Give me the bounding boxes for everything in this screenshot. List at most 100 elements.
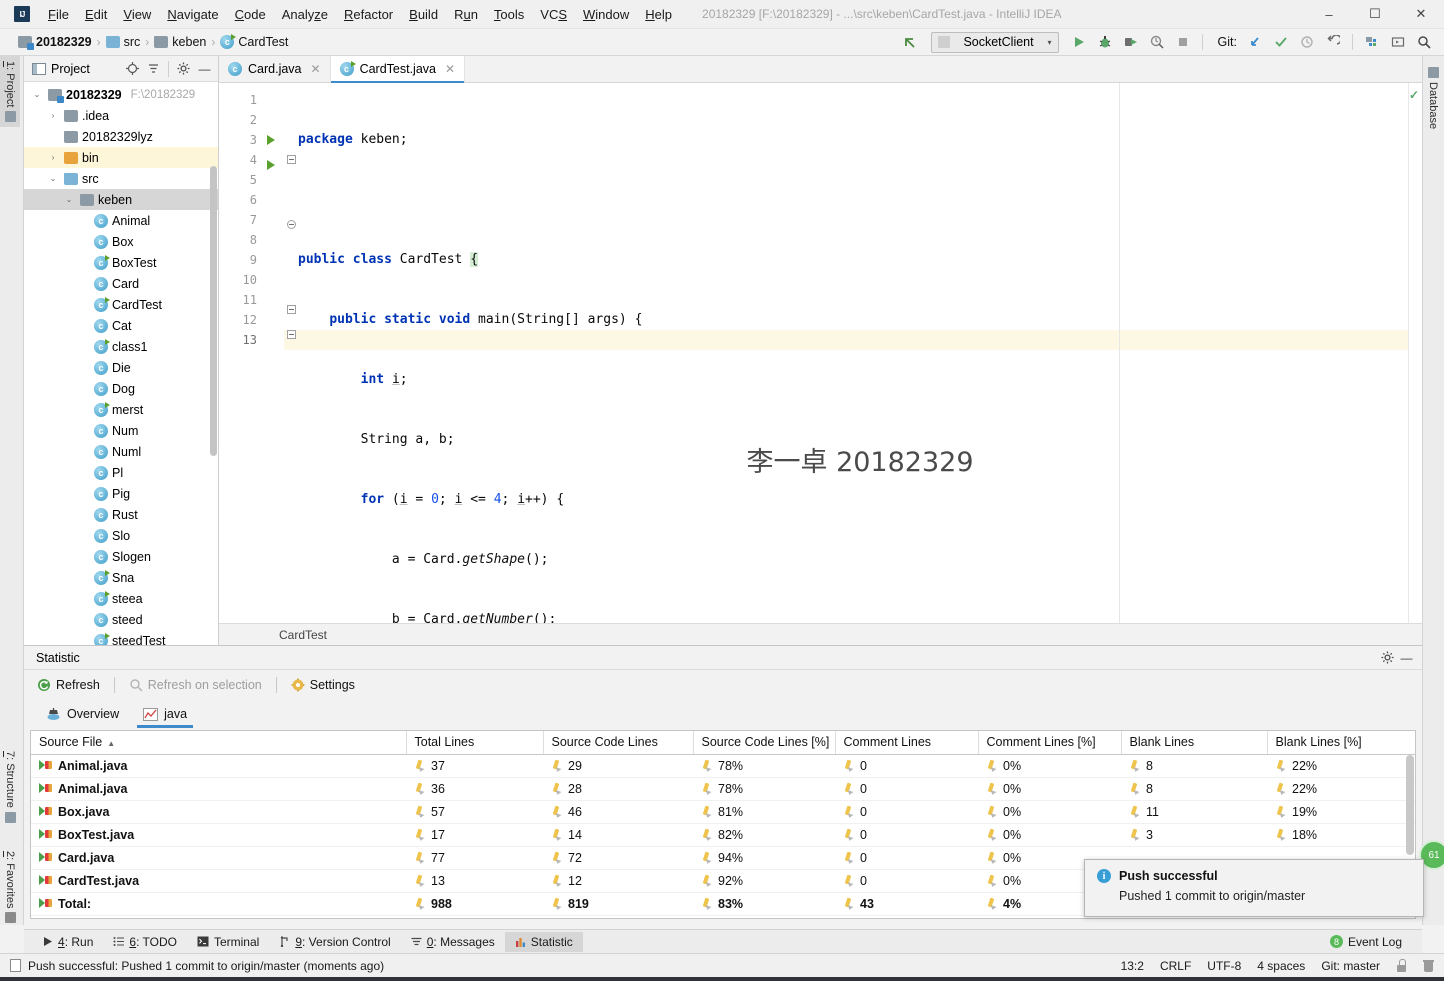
- collapse-all-icon[interactable]: [144, 59, 163, 78]
- column-header-total-lines[interactable]: Total Lines: [406, 731, 544, 755]
- search-icon[interactable]: [1412, 31, 1436, 53]
- layout-icon[interactable]: [1386, 31, 1410, 53]
- tree-item-steea[interactable]: c steea: [24, 588, 218, 609]
- tree-item-steed[interactable]: c steed: [24, 609, 218, 630]
- chevron-down-icon[interactable]: ⌄: [30, 90, 44, 99]
- git-update-project-icon[interactable]: [1243, 31, 1267, 53]
- git-history-icon[interactable]: [1295, 31, 1319, 53]
- settings-icon[interactable]: [1360, 31, 1384, 53]
- tree-item-dog[interactable]: c Dog: [24, 378, 218, 399]
- menu-refactor[interactable]: Refactor: [336, 3, 401, 26]
- editor-error-stripe[interactable]: [1408, 83, 1422, 623]
- close-icon[interactable]: ✕: [311, 62, 321, 76]
- chevron-right-icon[interactable]: ›: [46, 111, 60, 120]
- tree-item-die[interactable]: c Die: [24, 357, 218, 378]
- back-arrow-icon[interactable]: [899, 31, 923, 53]
- gear-icon[interactable]: [174, 59, 193, 78]
- tab-java[interactable]: java: [131, 700, 199, 728]
- menu-build[interactable]: Build: [401, 3, 446, 26]
- gutter-markers[interactable]: [264, 83, 284, 623]
- hide-panel-icon[interactable]: —: [195, 59, 214, 78]
- editor-breadcrumb-label[interactable]: CardTest: [279, 628, 327, 642]
- toolwindow-button-terminal[interactable]: Terminal: [187, 932, 269, 952]
- event-log-button[interactable]: 8 Event Log: [1320, 932, 1412, 952]
- stop-button[interactable]: [1171, 31, 1195, 53]
- close-button[interactable]: ✕: [1398, 0, 1444, 29]
- stripe-button-project[interactable]: 1: Project: [0, 56, 20, 128]
- code-editor[interactable]: 1 2 3 4 5 6 7 8 9 10 11 12 13 package ke…: [219, 83, 1422, 623]
- run-class-gutter-icon[interactable]: [267, 135, 275, 145]
- hide-panel-icon[interactable]: —: [1397, 648, 1416, 667]
- toolwindow-button-todo[interactable]: 6: TODO: [103, 932, 187, 952]
- menu-run[interactable]: Run: [446, 3, 486, 26]
- minimize-button[interactable]: –: [1306, 0, 1352, 29]
- tree-item-slogen[interactable]: c Slogen: [24, 546, 218, 567]
- tree-item-boxtest[interactable]: c BoxTest: [24, 252, 218, 273]
- table-row[interactable]: Animal.java 37 29 78% 0 0% 8 22%: [31, 754, 1415, 778]
- tree-item-cardtest[interactable]: c CardTest: [24, 294, 218, 315]
- caret-position[interactable]: 13:2: [1121, 959, 1144, 973]
- chevron-down-icon[interactable]: ⌄: [62, 195, 76, 204]
- chevron-down-icon[interactable]: ⌄: [46, 174, 60, 183]
- table-row[interactable]: BoxTest.java 17 14 82% 0 0% 3 18%: [31, 823, 1415, 847]
- menu-navigate[interactable]: Navigate: [159, 3, 226, 26]
- tree-item-card[interactable]: c Card: [24, 273, 218, 294]
- stripe-button-database[interactable]: Database: [1423, 62, 1443, 134]
- fold-marker-icon[interactable]: [286, 155, 296, 164]
- tree-item-src[interactable]: ⌄ src: [24, 168, 218, 189]
- code-folding-gutter[interactable]: [284, 83, 298, 623]
- stripe-button-structure[interactable]: 7: Structure: [0, 746, 20, 828]
- push-notification-popup[interactable]: i Push successful Pushed 1 commit to ori…: [1084, 859, 1424, 917]
- menu-help[interactable]: Help: [637, 3, 680, 26]
- tree-item-animal[interactable]: c Animal: [24, 210, 218, 231]
- fold-marker-icon[interactable]: [286, 330, 296, 339]
- source-code[interactable]: package keben; public class CardTest { p…: [298, 83, 1422, 623]
- tree-item-pl[interactable]: c Pl: [24, 462, 218, 483]
- tree-item-cat[interactable]: c Cat: [24, 315, 218, 336]
- tree-item-class1[interactable]: c class1: [24, 336, 218, 357]
- table-row[interactable]: Box.java 57 46 81% 0 0% 11 19%: [31, 800, 1415, 824]
- git-commit-icon[interactable]: [1269, 31, 1293, 53]
- run-with-coverage-button[interactable]: [1119, 31, 1143, 53]
- git-branch[interactable]: Git: master: [1321, 959, 1380, 973]
- stripe-button-favorites[interactable]: 2: Favorites: [0, 846, 20, 928]
- menu-vcs[interactable]: VCS: [532, 3, 575, 26]
- column-header-blank-lines[interactable]: Blank Lines: [1121, 731, 1268, 755]
- menu-tools[interactable]: Tools: [486, 3, 532, 26]
- breadcrumb-item-src[interactable]: src: [102, 33, 145, 51]
- tab-overview[interactable]: Overview: [34, 700, 131, 728]
- table-scrollbar[interactable]: [1406, 755, 1414, 855]
- toolwindow-button-run[interactable]: 4: Run: [32, 932, 103, 952]
- tree-item-steedtest[interactable]: c steedTest: [24, 630, 218, 645]
- tree-item-box[interactable]: c Box: [24, 231, 218, 252]
- statistic-settings-button[interactable]: Settings: [284, 675, 362, 695]
- tab-card-java[interactable]: c Card.java ✕: [219, 56, 331, 82]
- column-header-comment-lines[interactable]: Comment Lines: [835, 731, 979, 755]
- git-revert-icon[interactable]: [1321, 31, 1345, 53]
- column-header-comment-lines-pct[interactable]: Comment Lines [%]: [978, 731, 1122, 755]
- table-row[interactable]: Animal.java 36 28 78% 0 0% 8 22%: [31, 777, 1415, 801]
- chevron-right-icon[interactable]: ›: [46, 153, 60, 162]
- run-configuration-selector[interactable]: SocketClient ▾: [930, 31, 1059, 53]
- profile-button[interactable]: [1145, 31, 1169, 53]
- tree-item-merst[interactable]: c merst: [24, 399, 218, 420]
- project-tree-scrollbar[interactable]: [210, 166, 217, 456]
- menu-window[interactable]: Window: [575, 3, 637, 26]
- tree-item-slo[interactable]: c Slo: [24, 525, 218, 546]
- indent-setting[interactable]: 4 spaces: [1257, 959, 1305, 973]
- menu-view[interactable]: View: [115, 3, 159, 26]
- gear-icon[interactable]: [1378, 648, 1397, 667]
- toolwindow-button-messages[interactable]: 0: Messages: [401, 932, 505, 952]
- trash-icon[interactable]: [1423, 959, 1434, 972]
- tree-item-numl[interactable]: c Numl: [24, 441, 218, 462]
- inspection-status-icon[interactable]: ✓: [1409, 88, 1419, 102]
- tree-item-idea[interactable]: › .idea: [24, 105, 218, 126]
- tree-item-pig[interactable]: c Pig: [24, 483, 218, 504]
- menu-file[interactable]: File: [40, 3, 77, 26]
- tree-item-keben[interactable]: ⌄ keben: [24, 189, 218, 210]
- line-separator[interactable]: CRLF: [1160, 959, 1191, 973]
- toolwindow-button-statistic[interactable]: Statistic: [504, 931, 583, 952]
- tree-item-rust[interactable]: c Rust: [24, 504, 218, 525]
- refresh-button[interactable]: Refresh: [30, 675, 107, 695]
- tree-item-20182329lyz[interactable]: 20182329lyz: [24, 126, 218, 147]
